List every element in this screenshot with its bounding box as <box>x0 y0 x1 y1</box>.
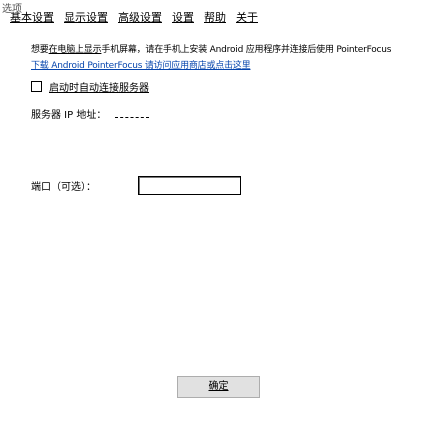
info-prefix: 想要 <box>31 45 49 55</box>
menu-settings[interactable]: 设置 <box>172 9 194 25</box>
port-label: 端口（可选）： <box>31 182 96 193</box>
ok-button[interactable]: 确定 <box>177 376 260 398</box>
server-ip-label: 服务器 IP 地址： <box>31 109 107 121</box>
port-input[interactable] <box>138 176 241 195</box>
menu-advanced-settings[interactable]: 高级设置 <box>118 9 162 25</box>
menu-about[interactable]: 关于 <box>236 9 258 25</box>
auto-connect-checkbox[interactable] <box>31 81 42 92</box>
download-text: 下载 Android PointerFocus 请访问应用商店或点击这里 <box>31 58 431 71</box>
auto-connect-row: 启动时自动连接服务器 <box>31 79 431 94</box>
server-ip-row: 服务器 IP 地址： <box>31 106 431 121</box>
server-ip-value <box>115 108 149 118</box>
port-row: 端口（可选）： <box>31 176 241 195</box>
menu-bar: 基本设置 显示设置 高级设置 设置 帮助 关于 <box>0 6 448 28</box>
download-link[interactable]: 下载 Android PointerFocus 请访问应用商店或点击这里 <box>31 61 251 71</box>
auto-connect-label[interactable]: 启动时自动连接服务器 <box>49 79 149 94</box>
menu-display-settings[interactable]: 显示设置 <box>64 9 108 25</box>
info-link[interactable]: 在电脑上显示 <box>49 45 102 55</box>
options-panel: 想要在电脑上显示手机屏幕，请在手机上安装 Android 应用程序并连接后使用 … <box>31 42 431 121</box>
menu-basic-settings[interactable]: 基本设置 <box>10 9 54 25</box>
menu-help[interactable]: 帮助 <box>204 9 226 25</box>
info-rest: 手机屏幕，请在手机上安装 Android 应用程序并连接后使用 PointerF… <box>101 45 392 55</box>
info-text: 想要在电脑上显示手机屏幕，请在手机上安装 Android 应用程序并连接后使用 … <box>31 42 431 55</box>
